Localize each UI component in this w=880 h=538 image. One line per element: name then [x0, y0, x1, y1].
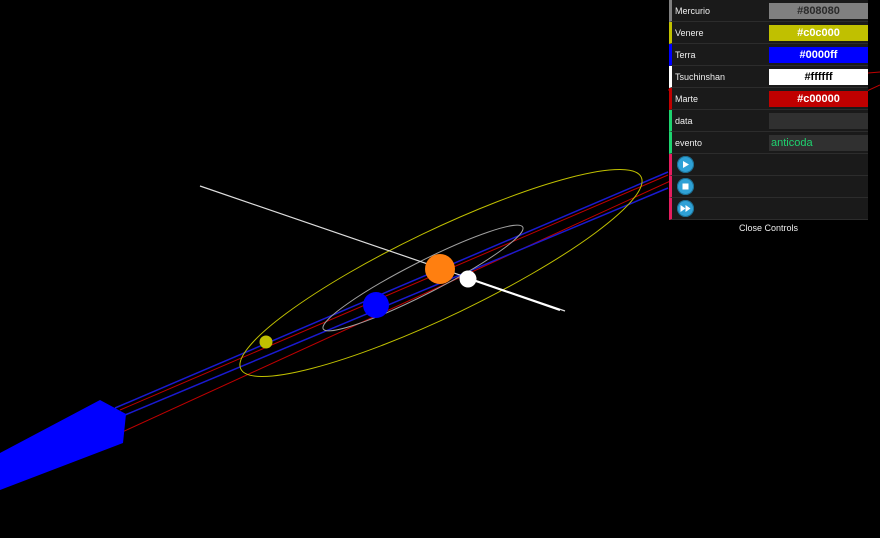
- control-row-fast-forward[interactable]: [669, 198, 868, 220]
- data-input[interactable]: [769, 112, 868, 129]
- play-icon[interactable]: [677, 156, 694, 173]
- control-row-stop[interactable]: [669, 176, 868, 198]
- stop-icon[interactable]: [677, 178, 694, 195]
- tsuchinshan-color-input[interactable]: #ffffff: [769, 68, 868, 85]
- control-label: data: [675, 115, 693, 126]
- control-label: Mercurio: [675, 5, 711, 16]
- sun: [425, 254, 455, 284]
- controls-panel: Mercurio #808080 Venere #c0c000 Terra #0…: [669, 0, 868, 237]
- tsuchinshan-comet: [459, 270, 477, 288]
- mercurio-color-input[interactable]: #808080: [769, 2, 868, 19]
- control-label: evento: [675, 137, 703, 148]
- venere-planet: [259, 335, 273, 349]
- terra-shadow-cone: [0, 400, 126, 490]
- control-row-mercurio: Mercurio #808080: [669, 0, 868, 22]
- terra-planet: [363, 292, 389, 318]
- fast-forward-icon[interactable]: [677, 200, 694, 217]
- marte-orbit-upper: [119, 174, 669, 411]
- terra-orbit-upper: [114, 171, 669, 409]
- terra-orbit-lower: [124, 187, 669, 416]
- close-controls-button[interactable]: Close Controls: [669, 220, 868, 237]
- marte-color-input[interactable]: #c00000: [769, 90, 868, 107]
- control-row-data: data: [669, 110, 868, 132]
- control-label: Tsuchinshan: [675, 71, 726, 82]
- evento-input[interactable]: anticoda: [769, 134, 868, 151]
- terra-color-input[interactable]: #0000ff: [769, 46, 868, 63]
- control-row-venere: Venere #c0c000: [669, 22, 868, 44]
- venere-color-input[interactable]: #c0c000: [769, 24, 868, 41]
- control-row-evento: evento anticoda: [669, 132, 868, 154]
- control-label: Terra: [675, 49, 696, 60]
- mercurio-orbit: [322, 224, 524, 332]
- control-row-tsuchinshan: Tsuchinshan #ffffff: [669, 66, 868, 88]
- control-row-marte: Marte #c00000: [669, 88, 868, 110]
- control-label: Venere: [675, 27, 704, 38]
- control-label: Marte: [675, 93, 699, 104]
- control-row-play[interactable]: [669, 154, 868, 176]
- control-row-terra: Terra #0000ff: [669, 44, 868, 66]
